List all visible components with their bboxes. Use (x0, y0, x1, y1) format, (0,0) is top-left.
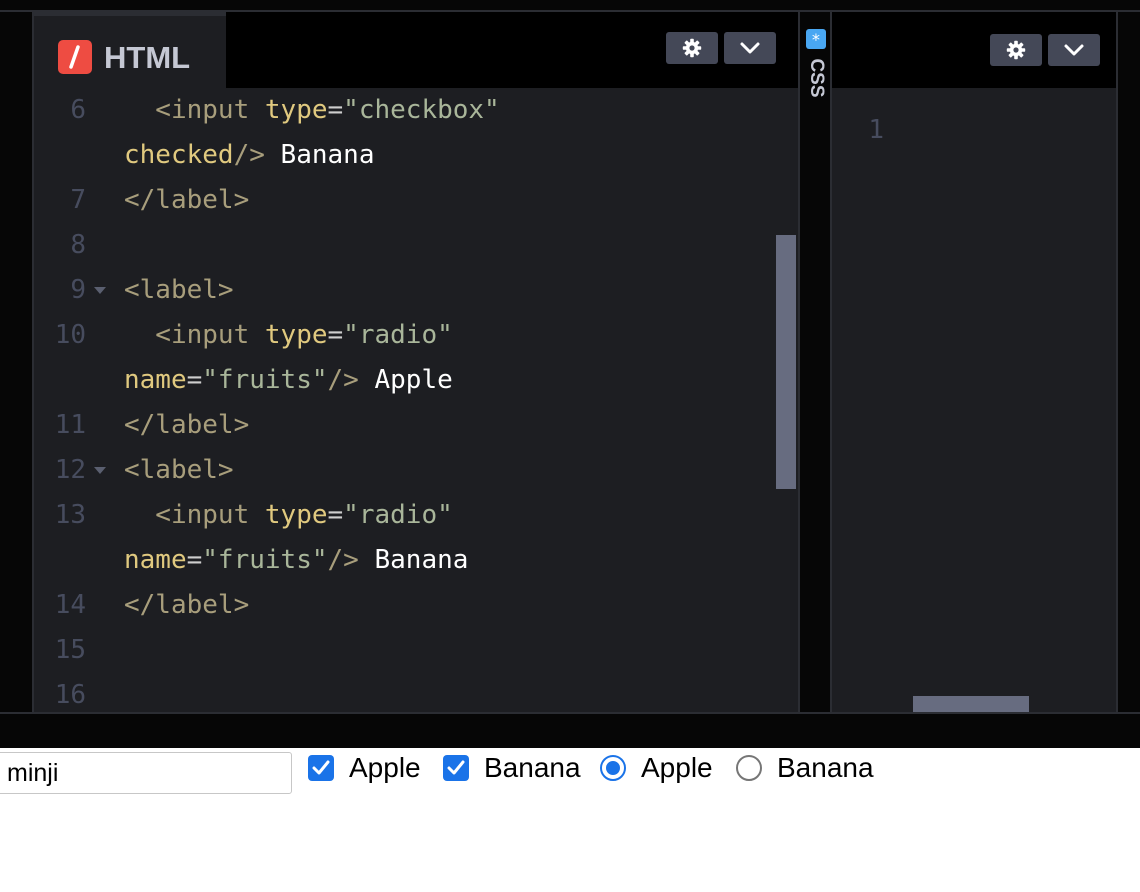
code-token: = (186, 545, 203, 575)
code-line: </label> (124, 403, 249, 448)
css-logo-icon: * (806, 29, 826, 49)
line-number: 16 (54, 680, 86, 710)
code-line: <label> (124, 268, 234, 313)
vertical-scrollbar-thumb[interactable] (776, 235, 796, 489)
code-token: type (264, 320, 328, 350)
html-tab-title: HTML (104, 40, 191, 75)
code-token: <input (124, 95, 265, 125)
code-token: Apple (374, 365, 453, 395)
code-token: checked (124, 140, 234, 170)
css-title: CSS (806, 58, 827, 98)
line-number: 8 (70, 230, 86, 260)
css-pane-label[interactable]: CSS (802, 58, 830, 98)
option-label: Apple (349, 752, 421, 783)
code-token: /> (327, 365, 375, 395)
code-token: <label> (124, 455, 234, 485)
html-tab[interactable]: HTML (34, 12, 226, 88)
code-token: "radio" (343, 500, 453, 530)
editor-bottom-bar (0, 712, 1140, 748)
code-token: name (124, 365, 187, 395)
code-line: checked/> Banana (124, 133, 374, 178)
code-token: = (327, 320, 344, 350)
code-token: "radio" (343, 320, 453, 350)
code-token: <label> (124, 275, 234, 305)
code-token: type (264, 500, 328, 530)
code-line: <input type="radio" (124, 493, 453, 538)
code-token: Banana (280, 140, 375, 170)
option-label: Apple (641, 752, 713, 783)
option-label: Banana (777, 752, 874, 783)
banana-checkbox[interactable] (443, 755, 469, 781)
result-preview: Apple Banana Apple Banana (0, 748, 1140, 892)
code-line: </label> (124, 178, 249, 223)
line-number: 15 (54, 635, 86, 665)
code-token: type (264, 95, 328, 125)
code-token: = (327, 500, 344, 530)
code-token: name (124, 545, 187, 575)
css-pane-resizer[interactable]: * CSS (798, 12, 832, 712)
apple-checkbox[interactable] (308, 755, 334, 781)
editor-area: HTML 6 7 8 9 10 11 12 13 14 15 16 <input… (0, 0, 1140, 748)
code-token: "checkbox" (343, 95, 500, 125)
code-token: "fruits" (202, 365, 328, 395)
html-pane-header: HTML (34, 12, 800, 88)
line-number: 12 (54, 455, 86, 485)
html-collapse-button[interactable] (724, 32, 776, 64)
code-line: <input type="radio" (124, 313, 453, 358)
radio-dot (606, 761, 620, 775)
line-number: 14 (54, 590, 86, 620)
horizontal-scrollbar-thumb[interactable] (913, 696, 1029, 712)
code-token: = (186, 365, 203, 395)
code-token: "fruits" (202, 545, 328, 575)
css-settings-button[interactable] (990, 34, 1042, 66)
code-token: </label> (124, 185, 250, 215)
line-number: 6 (70, 95, 86, 125)
code-token: <input (124, 320, 265, 350)
code-line: name="fruits"/> Apple (124, 358, 453, 403)
html-code-area[interactable]: 6 7 8 9 10 11 12 13 14 15 16 <input type… (34, 88, 800, 712)
name-input[interactable] (0, 752, 292, 794)
code-token: /> (233, 140, 281, 170)
code-token: </label> (124, 410, 250, 440)
fold-toggle-icon[interactable] (94, 467, 106, 474)
css-editor-pane: 1 (832, 12, 1118, 712)
banana-radio[interactable] (736, 755, 762, 781)
fold-toggle-icon[interactable] (94, 287, 106, 294)
html-settings-button[interactable] (666, 32, 718, 64)
html-editor-pane: HTML 6 7 8 9 10 11 12 13 14 15 16 <input… (32, 12, 800, 712)
html-logo-icon (58, 40, 92, 74)
line-number: 7 (70, 185, 86, 215)
chevron-down-icon (1064, 44, 1084, 56)
code-line: <label> (124, 448, 234, 493)
code-token: <input (124, 500, 265, 530)
gear-icon (682, 38, 702, 58)
apple-radio[interactable] (600, 755, 626, 781)
code-token: Banana (374, 545, 469, 575)
line-number: 11 (54, 410, 86, 440)
code-line: </label> (124, 583, 249, 628)
css-code-area[interactable]: 1 (832, 88, 1116, 712)
code-token: = (327, 95, 344, 125)
css-collapse-button[interactable] (1048, 34, 1100, 66)
checkmark-icon (312, 760, 330, 775)
code-token: </label> (124, 590, 250, 620)
line-number: 1 (868, 115, 884, 145)
line-number: 9 (70, 275, 86, 305)
gear-icon (1006, 40, 1026, 60)
line-number: 10 (54, 320, 86, 350)
line-number: 13 (54, 500, 86, 530)
code-line: <input type="checkbox" (124, 88, 500, 133)
code-line: name="fruits"/> Banana (124, 538, 468, 583)
code-token: /> (327, 545, 375, 575)
checkmark-icon (447, 760, 465, 775)
chevron-down-icon (740, 42, 760, 54)
option-label: Banana (484, 752, 581, 783)
